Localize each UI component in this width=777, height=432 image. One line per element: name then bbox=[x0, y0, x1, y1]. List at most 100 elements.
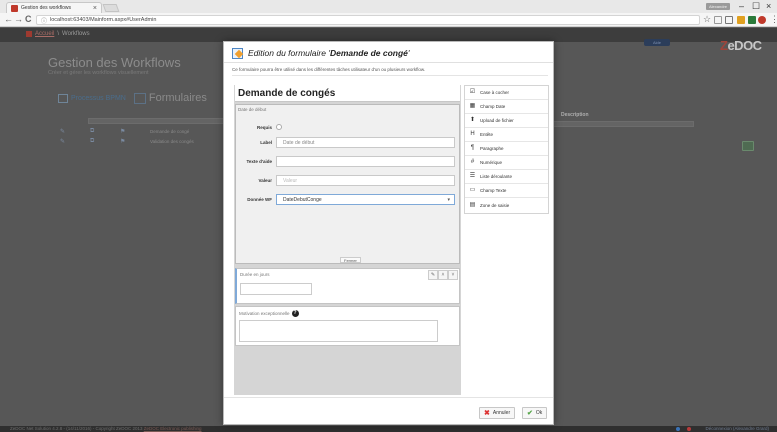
add-form-button[interactable] bbox=[742, 141, 754, 151]
main-tabs: Processus BPMN Formulaires bbox=[58, 92, 207, 104]
breadcrumb-current: Workflows bbox=[62, 31, 90, 37]
palette-item-checkbox[interactable]: ☑ Case à cocher bbox=[465, 86, 548, 100]
url-text: localhost:63403/Mainform.aspx#UserAdmin bbox=[50, 17, 157, 23]
header-icon: H bbox=[470, 131, 475, 137]
edit-icon[interactable]: ✎ bbox=[60, 128, 90, 135]
edit-form-icon bbox=[232, 48, 243, 59]
aide-row: Texte d'aide bbox=[236, 156, 455, 167]
bookmark-star-icon[interactable]: ☆ bbox=[703, 15, 711, 24]
favicon-icon bbox=[11, 4, 18, 12]
palette-item-dropdown[interactable]: ☰ Liste déroulante bbox=[465, 170, 548, 184]
page-title: Gestion des Workflows bbox=[48, 55, 181, 70]
back-icon[interactable]: ← bbox=[4, 15, 13, 24]
palette-item-header[interactable]: H Entête bbox=[465, 128, 548, 142]
field-card-motivation[interactable]: Motivation exceptionnelle? bbox=[235, 306, 460, 346]
move-down-icon[interactable]: ˅ bbox=[448, 270, 458, 280]
valeur-input[interactable]: Valeur bbox=[276, 175, 455, 186]
palette-item-upload[interactable]: ⬆ Upload de fichier bbox=[465, 114, 548, 128]
text-field-icon: ▭ bbox=[469, 187, 476, 193]
ok-button[interactable]: ✔ Ok bbox=[522, 407, 548, 419]
breadcrumb-separator: \ bbox=[57, 31, 60, 37]
reload-icon[interactable]: C bbox=[25, 15, 32, 24]
description-filter-input[interactable] bbox=[552, 121, 694, 127]
address-bar: ← → C ⓘ localhost:63403/Mainform.aspx#Us… bbox=[0, 13, 777, 27]
help-button[interactable]: Aide bbox=[644, 39, 670, 46]
form-design-area: Demande de congés Date de début Requis L… bbox=[234, 85, 461, 395]
forward-icon[interactable]: → bbox=[14, 15, 23, 24]
copy-icon[interactable]: ⧉ bbox=[90, 128, 120, 135]
extension-green-icon[interactable] bbox=[748, 16, 756, 24]
requis-checkbox[interactable] bbox=[276, 124, 282, 130]
close-window-button[interactable]: × bbox=[766, 1, 771, 11]
maximize-button[interactable]: ☐ bbox=[752, 1, 760, 12]
table-row[interactable]: ✎ ⧉ ⚑ Validation des congés bbox=[60, 136, 210, 146]
extension-icon[interactable] bbox=[714, 16, 722, 24]
status-red-icon bbox=[687, 427, 691, 431]
palette-item-date[interactable]: ▦ Champ Date bbox=[465, 100, 548, 114]
profile-button[interactable]: Alexandre bbox=[706, 3, 730, 10]
extension-folder-icon[interactable] bbox=[737, 16, 745, 24]
cast-icon[interactable] bbox=[725, 16, 733, 24]
paragraph-icon: ¶ bbox=[470, 145, 475, 151]
palette-item-numeric[interactable]: # Numérique bbox=[465, 156, 548, 170]
copy-icon[interactable]: ⧉ bbox=[90, 138, 120, 145]
label-label: Label bbox=[260, 140, 272, 145]
form-title-box[interactable]: Demande de congés bbox=[235, 85, 460, 102]
divider bbox=[232, 75, 548, 76]
donnee-label: Donnée WF bbox=[247, 197, 272, 202]
tab-formulaires[interactable]: Formulaires bbox=[133, 92, 207, 104]
search-input[interactable] bbox=[88, 118, 228, 124]
page-subtitle: Créer et gérer les workflows visuellemen… bbox=[48, 70, 149, 76]
label-input[interactable]: Date de début bbox=[276, 137, 455, 148]
requis-row: Requis bbox=[236, 124, 282, 130]
tab-close-icon[interactable]: × bbox=[93, 5, 97, 12]
browser-tab[interactable]: Gestion des workflows × bbox=[6, 2, 102, 13]
url-input[interactable]: ⓘ localhost:63403/Mainform.aspx#UserAdmi… bbox=[36, 15, 700, 25]
palette-item-text[interactable]: ▭ Champ Texte bbox=[465, 184, 548, 198]
row-name: Demande de congé bbox=[150, 128, 190, 134]
zedoc-logo: ZeDOC bbox=[720, 38, 762, 53]
field-card-date-debut[interactable]: Date de début Requis Label Date de début… bbox=[235, 104, 460, 264]
tab-bpmn[interactable]: Processus BPMN bbox=[58, 93, 126, 103]
delete-icon[interactable]: ⚑ bbox=[120, 138, 150, 145]
table-row[interactable]: ✎ ⧉ ⚑ Demande de congé bbox=[60, 126, 210, 136]
dialog-footer: ✖ Annuler ✔ Ok bbox=[224, 397, 553, 425]
move-up-icon[interactable]: ˄ bbox=[438, 270, 448, 280]
field-card-duree[interactable]: Durée en jours ✎ ˄ ˅ bbox=[235, 268, 460, 304]
logout-link[interactable]: Déconnexion (Alexandre Grard) bbox=[705, 426, 769, 432]
minimize-button[interactable]: – bbox=[739, 1, 744, 11]
breadcrumb-home-link[interactable]: Accueil bbox=[35, 31, 54, 37]
edit-icon[interactable]: ✎ bbox=[60, 138, 90, 145]
duree-input[interactable] bbox=[240, 283, 312, 295]
menu-icon[interactable]: ⋮ bbox=[770, 15, 777, 24]
edit-field-icon[interactable]: ✎ bbox=[428, 270, 438, 280]
extension-red-icon[interactable] bbox=[758, 16, 766, 24]
upload-icon: ⬆ bbox=[469, 117, 476, 123]
palette-item-textarea[interactable]: ▤ Zone de saisie bbox=[465, 198, 548, 212]
bpmn-icon bbox=[58, 93, 68, 103]
row-name: Validation des congés bbox=[150, 138, 194, 144]
cancel-button[interactable]: ✖ Annuler bbox=[479, 407, 516, 419]
description-column-header: Description bbox=[561, 112, 589, 118]
help-icon[interactable]: ? bbox=[291, 310, 299, 317]
footer: ZeDOC Net Solution 4.2.8 - (14/11/2016) … bbox=[0, 426, 777, 432]
valeur-row: Valeur Valeur bbox=[236, 175, 455, 186]
home-icon bbox=[26, 31, 32, 37]
aide-input[interactable] bbox=[276, 156, 455, 167]
label-row: Label Date de début bbox=[236, 137, 455, 148]
field-name: Date de début bbox=[238, 107, 267, 112]
donnee-select[interactable]: DateDebutConge bbox=[276, 194, 455, 205]
fermer-button[interactable]: Fermer bbox=[340, 257, 361, 263]
new-tab-button[interactable] bbox=[102, 4, 120, 12]
status-blue-icon bbox=[676, 427, 680, 431]
field-palette: ☑ Case à cocher ▦ Champ Date ⬆ Upload de fi… bbox=[464, 85, 549, 214]
footer-link[interactable]: ZeDOC Electronic publishing bbox=[144, 426, 202, 431]
textarea-icon: ▤ bbox=[469, 201, 476, 208]
browser-tab-title: Gestion des workflows bbox=[21, 5, 72, 11]
motivation-textarea[interactable] bbox=[239, 320, 438, 342]
dialog-header: Edition du formulaire 'Demande de congé' bbox=[224, 42, 553, 63]
edit-form-dialog: Edition du formulaire 'Demande de congé'… bbox=[223, 41, 554, 425]
delete-icon[interactable]: ⚑ bbox=[120, 128, 150, 135]
palette-item-paragraph[interactable]: ¶ Paragraphe bbox=[465, 142, 548, 156]
list-icon: ☰ bbox=[469, 173, 476, 179]
